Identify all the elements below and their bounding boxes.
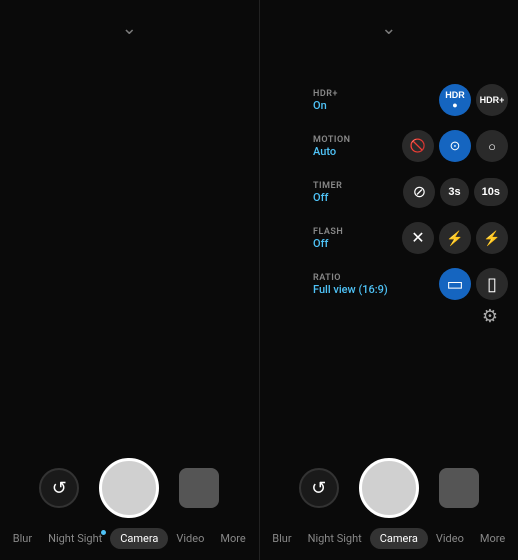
ratio-square-button[interactable]: ▯ (476, 268, 508, 300)
left-viewfinder: ⌄ (0, 0, 259, 450)
motion-setting-row: MOTION Auto 🚫 ⊙ ○ (313, 126, 508, 166)
ratio-full-button[interactable]: ▭ (439, 268, 471, 300)
right-rotate-button[interactable]: ↺ (299, 468, 339, 508)
ratio-category: RATIO (313, 273, 393, 283)
hdr-label: HDR+ On (313, 89, 393, 112)
ratio-value: Full view (16:9) (313, 283, 393, 296)
tab-blur-left[interactable]: Blur (5, 528, 40, 549)
thumbnail-button[interactable] (179, 468, 219, 508)
rotate-button[interactable]: ↺ (39, 468, 79, 508)
timer-setting-row: TIMER Off ⊘ 3s 10s (313, 172, 508, 212)
right-shutter-button[interactable] (359, 458, 419, 518)
timer-value: Off (313, 191, 393, 204)
timer-off-button[interactable]: ⊘ (403, 176, 435, 208)
left-mode-tabs: Blur Night Sight Camera Video More (0, 528, 259, 549)
hdr-setting-row: HDR+ On HDR● HDR+ (313, 80, 508, 120)
flash-auto-button[interactable]: ⚡ (439, 222, 471, 254)
hdr-plus-button[interactable]: HDR+ (476, 84, 508, 116)
motion-value: Auto (313, 145, 393, 158)
motion-off-button[interactable]: 🚫 (402, 130, 434, 162)
motion-label: MOTION Auto (313, 135, 393, 158)
flash-setting-row: FLASH Off ✕ ⚡ ⚡ (313, 218, 508, 258)
hdr-value: On (313, 99, 393, 112)
right-chevron-down-icon[interactable]: ⌄ (381, 18, 396, 39)
ratio-label: RATIO Full view (16:9) (313, 273, 393, 296)
tab-more-right[interactable]: More (472, 528, 513, 549)
left-camera-panel: ⌄ ↺ Blur Night Sight Camera Video More (0, 0, 259, 560)
tab-camera-right[interactable]: Camera (370, 528, 428, 549)
hdr-options: HDR● HDR+ (439, 84, 508, 116)
timer-category: TIMER (313, 181, 393, 191)
right-bottom-bar: ↺ Blur Night Sight Camera Video More (260, 450, 518, 560)
tab-more-left[interactable]: More (212, 528, 253, 549)
flash-label: FLASH Off (313, 227, 393, 250)
timer-3s-button[interactable]: 3s (440, 178, 468, 206)
right-thumbnail-button[interactable] (439, 468, 479, 508)
right-camera-panel: ⌄ HDR+ On HDR● HDR+ MOTION Auto (260, 0, 518, 560)
tab-video-left[interactable]: Video (168, 528, 212, 549)
chevron-down-icon[interactable]: ⌄ (122, 18, 137, 39)
tab-night-sight-right[interactable]: Night Sight (300, 528, 370, 549)
flash-options: ✕ ⚡ ⚡ (402, 222, 508, 254)
hdr-active-button[interactable]: HDR● (439, 84, 471, 116)
tab-video-right[interactable]: Video (428, 528, 472, 549)
ratio-setting-row: RATIO Full view (16:9) ▭ ▯ (313, 264, 508, 304)
gear-button[interactable]: ⚙ (474, 300, 506, 332)
flash-on-button[interactable]: ⚡ (476, 222, 508, 254)
tab-camera-left[interactable]: Camera (110, 528, 168, 549)
motion-on-button[interactable]: ○ (476, 130, 508, 162)
right-camera-controls: ↺ (299, 450, 479, 518)
night-sight-dot (101, 530, 106, 535)
hdr-category: HDR+ (313, 89, 393, 99)
left-camera-controls: ↺ (39, 450, 219, 518)
shutter-button[interactable] (99, 458, 159, 518)
motion-options: 🚫 ⊙ ○ (402, 130, 508, 162)
timer-options: ⊘ 3s 10s (403, 176, 508, 208)
settings-overlay: HDR+ On HDR● HDR+ MOTION Auto 🚫 ⊙ ○ (313, 80, 508, 304)
left-bottom-bar: ↺ Blur Night Sight Camera Video More (0, 450, 259, 560)
timer-label: TIMER Off (313, 181, 393, 204)
right-viewfinder: ⌄ HDR+ On HDR● HDR+ MOTION Auto (260, 0, 518, 450)
motion-category: MOTION (313, 135, 393, 145)
flash-value: Off (313, 237, 393, 250)
flash-off-button[interactable]: ✕ (402, 222, 434, 254)
flash-category: FLASH (313, 227, 393, 237)
tab-blur-right[interactable]: Blur (264, 528, 299, 549)
motion-auto-button[interactable]: ⊙ (439, 130, 471, 162)
right-mode-tabs: Blur Night Sight Camera Video More (260, 528, 518, 549)
tab-night-sight-left[interactable]: Night Sight (40, 528, 110, 549)
timer-10s-button[interactable]: 10s (474, 178, 508, 206)
ratio-options: ▭ ▯ (439, 268, 508, 300)
